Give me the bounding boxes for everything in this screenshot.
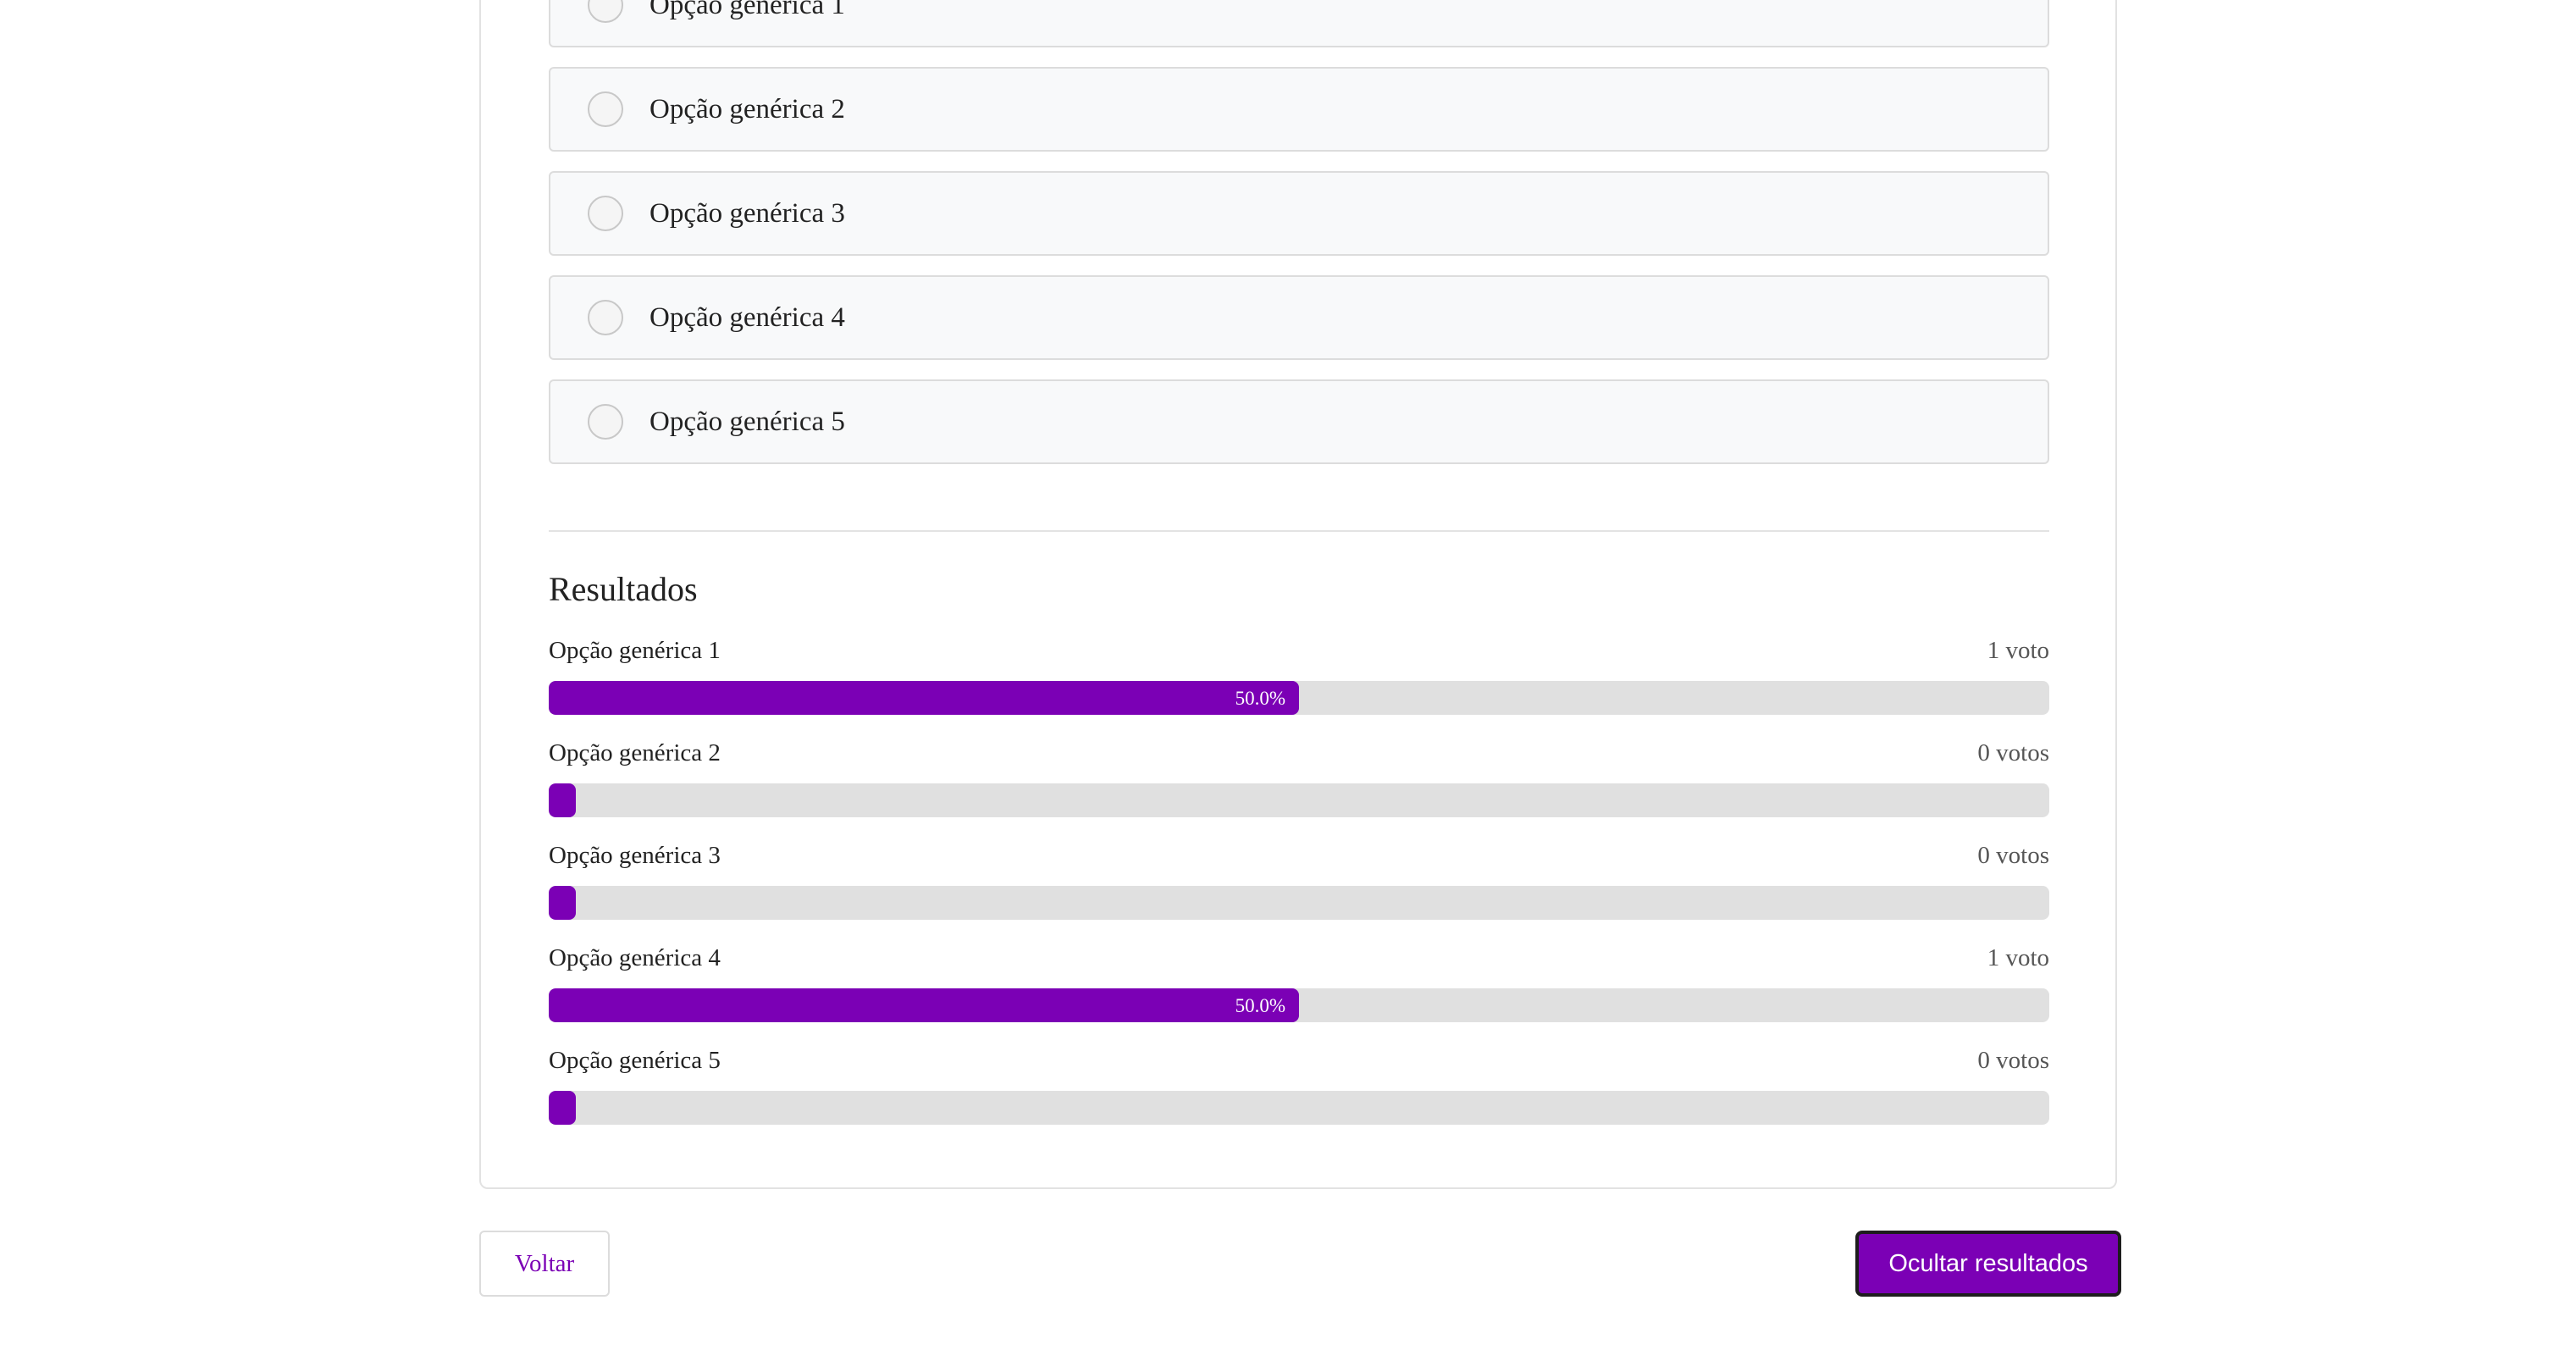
result-row: Opção genérica 5 0 votos <box>549 1043 2049 1146</box>
back-button[interactable]: Voltar <box>479 1231 610 1297</box>
result-bar-track <box>549 1091 2049 1125</box>
poll-option-1[interactable]: Opção genérica 1 <box>549 0 2049 47</box>
result-bar-track <box>549 886 2049 920</box>
result-bar-track <box>549 783 2049 817</box>
poll-option-label: Opção genérica 1 <box>650 0 845 20</box>
poll-option-label: Opção genérica 2 <box>650 93 845 124</box>
result-bar-fill: 50.0% <box>549 681 1299 715</box>
result-bar-fill: 50.0% <box>549 988 1299 1022</box>
radio-button[interactable] <box>588 404 623 440</box>
result-label: Opção genérica 1 <box>549 637 721 664</box>
radio-button[interactable] <box>588 300 623 335</box>
poll-option-label: Opção genérica 4 <box>650 302 845 333</box>
hide-results-button[interactable]: Ocultar resultados <box>1855 1231 2121 1297</box>
result-label: Opção genérica 5 <box>549 1047 721 1074</box>
radio-button[interactable] <box>588 0 623 23</box>
poll-options: Opção genérica 1 Opção genérica 2 Opção … <box>549 0 2049 484</box>
result-label: Opção genérica 3 <box>549 842 721 869</box>
radio-button[interactable] <box>588 91 623 127</box>
result-percent: 50.0% <box>1235 688 1285 709</box>
result-row: Opção genérica 3 0 votos <box>549 838 2049 941</box>
poll-option-2[interactable]: Opção genérica 2 <box>549 67 2049 152</box>
poll-option-5[interactable]: Opção genérica 5 <box>549 379 2049 464</box>
section-divider <box>549 530 2049 532</box>
results-list: Opção genérica 1 1 voto 50.0% Opção gené… <box>549 634 2049 1146</box>
vote-count: 0 votos <box>1977 842 2049 869</box>
result-bar-fill <box>549 1091 576 1125</box>
result-label: Opção genérica 2 <box>549 739 721 766</box>
result-row: Opção genérica 2 0 votos <box>549 736 2049 838</box>
result-bar-fill <box>549 783 576 817</box>
poll-option-3[interactable]: Opção genérica 3 <box>549 171 2049 256</box>
vote-count: 1 voto <box>1987 637 2049 664</box>
poll-option-label: Opção genérica 5 <box>650 406 845 437</box>
result-row: Opção genérica 4 1 voto 50.0% <box>549 941 2049 1043</box>
result-bar-track: 50.0% <box>549 681 2049 715</box>
result-row: Opção genérica 1 1 voto 50.0% <box>549 634 2049 736</box>
result-percent: 50.0% <box>1235 995 1285 1016</box>
vote-count: 0 votos <box>1977 1047 2049 1074</box>
result-label: Opção genérica 4 <box>549 944 721 971</box>
vote-count: 0 votos <box>1977 739 2049 766</box>
poll-option-label: Opção genérica 3 <box>650 197 845 229</box>
result-bar-fill <box>549 886 576 920</box>
radio-button[interactable] <box>588 196 623 231</box>
vote-count: 1 voto <box>1987 944 2049 971</box>
result-bar-track: 50.0% <box>549 988 2049 1022</box>
results-title: Resultados <box>549 570 698 608</box>
poll-option-4[interactable]: Opção genérica 4 <box>549 275 2049 360</box>
